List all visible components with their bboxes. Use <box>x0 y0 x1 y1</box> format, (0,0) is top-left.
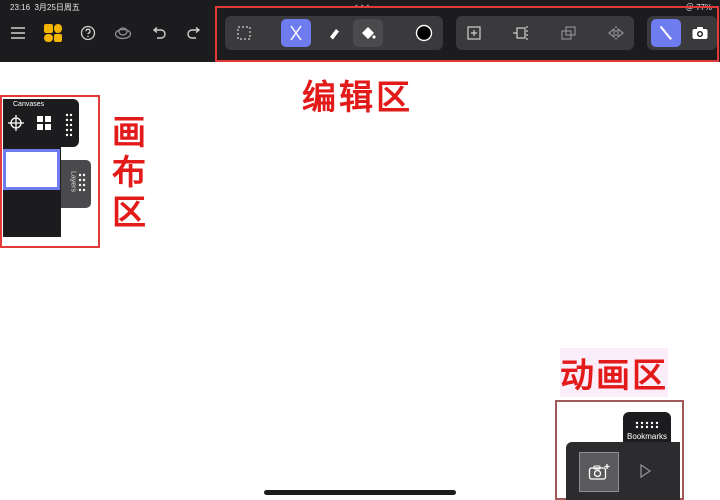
animation-area-label: 动画区 <box>560 348 668 397</box>
status-date-text: 3月25日周五 <box>34 3 80 12</box>
undo-icon[interactable] <box>146 20 172 46</box>
logo-icon <box>44 24 62 42</box>
status-time: 23:16 3月25日周五 <box>10 2 80 13</box>
redo-icon[interactable] <box>181 20 207 46</box>
help-icon[interactable] <box>75 20 101 46</box>
canvas-area-label-char: 画 <box>112 113 146 153</box>
bookmarks-handle-icon[interactable] <box>635 416 659 429</box>
canvas-area-label-char: 布 <box>112 153 146 193</box>
edit-area-highlight <box>215 6 719 62</box>
status-time-text: 23:16 <box>10 3 31 12</box>
add-frame-camera-icon[interactable] <box>579 452 619 492</box>
bookmarks-label: Bookmarks <box>627 432 668 441</box>
canvas-area-highlight <box>0 95 100 248</box>
menu-icon[interactable] <box>5 20 31 46</box>
play-icon[interactable] <box>635 460 655 482</box>
canvas-area-label-char: 区 <box>112 193 146 233</box>
home-indicator[interactable] <box>264 490 456 495</box>
canvas-area-label: 画 布 区 <box>112 113 152 233</box>
onion-skin-icon[interactable] <box>110 20 136 46</box>
edit-area-label: 编辑区 <box>302 78 413 118</box>
